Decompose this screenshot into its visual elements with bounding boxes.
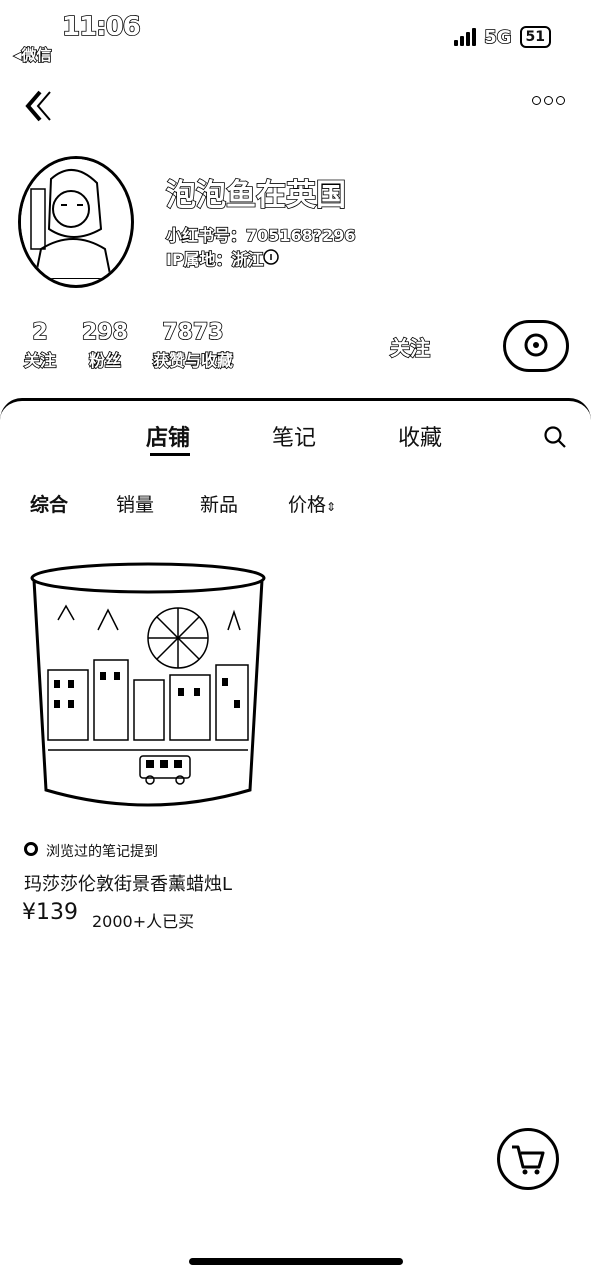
product-image[interactable] bbox=[28, 560, 268, 818]
chevron-left-icon bbox=[25, 90, 51, 122]
tab-collections[interactable]: 收藏 bbox=[398, 420, 442, 452]
back-to-wechat-link[interactable]: ◂微信 bbox=[13, 44, 52, 65]
avatar-portrait-image bbox=[21, 159, 125, 280]
battery-icon: 51 bbox=[519, 26, 551, 48]
tab-notes[interactable]: 笔记 bbox=[272, 420, 316, 452]
candle-jar-image bbox=[30, 562, 266, 807]
filter-price-label: 价格 bbox=[288, 494, 327, 516]
tab-shop[interactable]: 店铺 bbox=[146, 420, 190, 452]
stat-followers-value: 298 bbox=[81, 319, 129, 346]
stat-following-value: 2 bbox=[32, 319, 49, 346]
note-mention-badge: 浏览过的笔记提到 bbox=[46, 844, 158, 860]
sort-arrows-icon: ⇕ bbox=[326, 500, 337, 514]
network-type: 5G bbox=[483, 26, 512, 49]
info-icon[interactable] bbox=[262, 248, 280, 266]
note-mention-icon bbox=[24, 842, 38, 856]
shopping-cart-icon bbox=[512, 1145, 545, 1175]
profile-name: 泡泡鱼在英国 bbox=[165, 177, 347, 214]
status-indicators: 5G 51 bbox=[454, 26, 551, 48]
back-button[interactable] bbox=[20, 86, 60, 126]
filter-new[interactable]: 新品 bbox=[200, 490, 238, 517]
stat-likes-value: 7873 bbox=[162, 319, 225, 346]
product-price: ¥139 bbox=[22, 900, 78, 925]
stat-followers-label: 粉丝 bbox=[88, 350, 122, 371]
home-indicator[interactable] bbox=[189, 1258, 403, 1265]
cart-button[interactable] bbox=[497, 1128, 559, 1190]
filter-price[interactable]: 价格⇕ bbox=[288, 490, 336, 517]
stat-following[interactable]: 2 关注 bbox=[22, 319, 58, 371]
stat-likes-collections[interactable]: 7873 获赞与收藏 bbox=[148, 319, 238, 371]
chat-bubble-icon bbox=[524, 333, 548, 357]
status-time: 11:06 bbox=[61, 11, 141, 43]
search-icon[interactable] bbox=[543, 425, 567, 449]
filter-comprehensive[interactable]: 综合 bbox=[30, 490, 68, 517]
active-tab-indicator bbox=[150, 453, 190, 456]
avatar[interactable] bbox=[18, 156, 134, 288]
stat-likes-label: 获赞与收藏 bbox=[152, 350, 234, 371]
follow-button[interactable]: 关注 bbox=[380, 332, 440, 361]
product-sold-count: 2000+人已买 bbox=[92, 912, 195, 931]
message-button[interactable] bbox=[503, 320, 569, 372]
more-options-icon[interactable] bbox=[532, 96, 565, 105]
stat-following-label: 关注 bbox=[23, 350, 57, 371]
product-title[interactable]: 玛莎莎伦敦街景香薰蜡烛L bbox=[24, 870, 232, 896]
stat-followers[interactable]: 298 粉丝 bbox=[80, 319, 130, 371]
redbook-id[interactable]: 小红书号：705168?296 bbox=[165, 222, 356, 246]
cellular-signal-icon bbox=[454, 28, 477, 46]
ip-location: IP属地：浙江 bbox=[165, 249, 264, 270]
filter-sales[interactable]: 销量 bbox=[116, 490, 154, 517]
